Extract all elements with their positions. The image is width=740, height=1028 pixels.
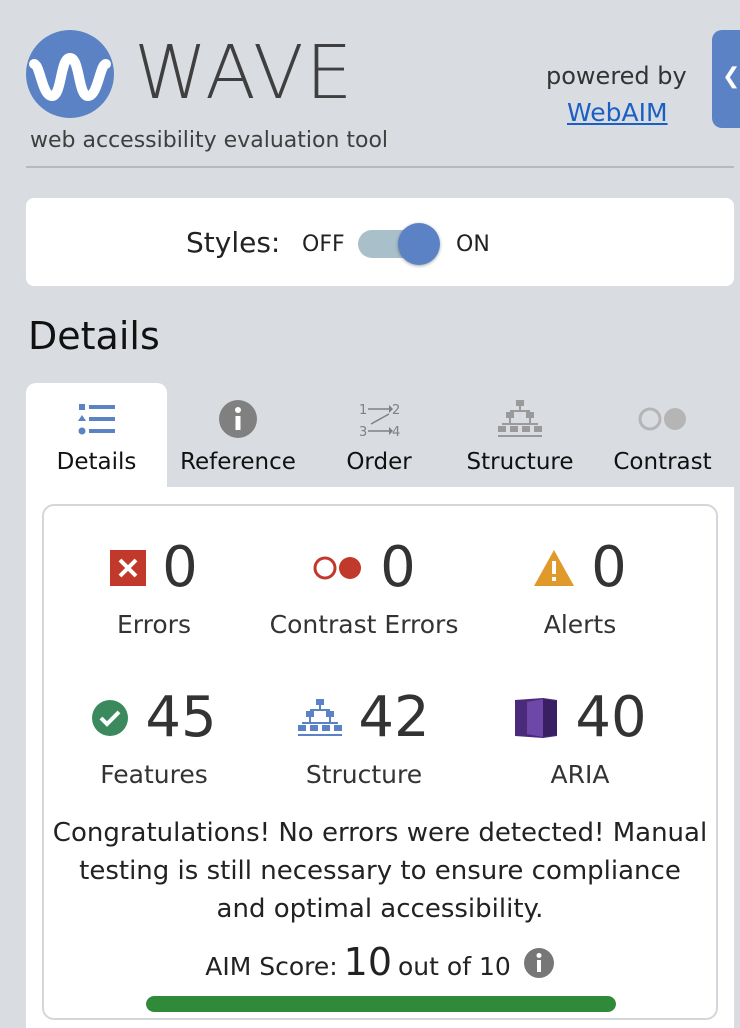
styles-toggle-box: Styles: OFF ON — [26, 198, 734, 286]
results-message: Congratulations! No errors were detected… — [52, 818, 708, 924]
aim-score-bar — [146, 996, 616, 1012]
app-title: WAVE — [134, 30, 355, 116]
stat-structure[interactable]: 42 Structure — [254, 686, 474, 806]
svg-text:2: 2 — [392, 403, 400, 418]
aria-icon — [515, 698, 558, 738]
webaim-link[interactable]: WebAIM — [567, 98, 668, 127]
svg-text:1: 1 — [359, 403, 367, 418]
styles-toggle-knob[interactable] — [398, 223, 440, 265]
stat-contrast-errors[interactable]: 0 Contrast Errors — [254, 536, 474, 656]
info-icon — [167, 399, 309, 439]
details-list-icon — [26, 399, 167, 439]
stat-aria-value: 40 — [575, 685, 647, 750]
header: WAVE web accessibility evaluation tool p… — [0, 0, 740, 170]
stat-features[interactable]: 45 Features — [44, 686, 264, 806]
wave-logo-icon — [26, 30, 114, 118]
error-icon — [110, 550, 147, 586]
app-subtitle: web accessibility evaluation tool — [30, 128, 389, 153]
aim-score-label: AIM Score: — [205, 952, 338, 981]
stat-structure-value: 42 — [358, 685, 430, 750]
chevron-left-icon: ❮ — [722, 64, 740, 89]
aim-score-bar-fill — [146, 996, 616, 1012]
svg-text:4: 4 — [392, 425, 400, 439]
aim-score-out-of: out of 10 — [398, 952, 511, 981]
structure-icon — [449, 399, 591, 439]
stat-features-value: 45 — [145, 685, 217, 750]
aim-score-value: 10 — [343, 940, 393, 984]
powered-by-label: powered by — [546, 62, 687, 90]
stat-errors[interactable]: 0 Errors — [44, 536, 264, 656]
tab-contrast-label: Contrast — [613, 449, 712, 475]
tab-structure-label: Structure — [466, 449, 574, 475]
stat-alerts[interactable]: 0 Alerts — [470, 536, 690, 656]
tab-order[interactable]: 1 2 3 4 Order — [309, 383, 449, 487]
alert-icon — [534, 550, 575, 586]
collapse-panel-button[interactable]: ❮ — [712, 30, 740, 128]
stat-errors-value: 0 — [162, 535, 198, 600]
stat-alerts-value: 0 — [591, 535, 627, 600]
tab-reference-label: Reference — [180, 449, 296, 475]
feature-check-icon — [92, 700, 129, 736]
stat-aria-label: ARIA — [550, 760, 610, 789]
stat-aria[interactable]: 40 ARIA — [470, 686, 690, 806]
stat-contrast-errors-value: 0 — [380, 535, 416, 600]
aim-score: AIM Score: 10 out of 10 — [44, 940, 716, 984]
info-icon[interactable] — [523, 947, 555, 979]
panel-tabs: Details Reference 1 2 3 4 Order Structur… — [26, 383, 734, 487]
styles-label: Styles: — [186, 226, 281, 259]
section-title: Details — [28, 314, 160, 358]
contrast-error-icon — [313, 556, 362, 580]
tab-structure[interactable]: Structure — [449, 383, 591, 487]
tab-order-label: Order — [346, 449, 412, 475]
header-divider — [26, 166, 734, 168]
tab-details-label: Details — [56, 449, 137, 475]
svg-text:3: 3 — [359, 425, 367, 439]
summary-card: 0 Errors 0 Contrast Errors 0 Alerts 45 F… — [42, 504, 718, 1020]
order-icon: 1 2 3 4 — [309, 399, 449, 439]
styles-off-label: OFF — [302, 232, 345, 257]
tab-details[interactable]: Details — [26, 383, 167, 487]
stat-alerts-label: Alerts — [543, 610, 617, 639]
styles-on-label: ON — [456, 232, 490, 257]
tab-contrast[interactable]: Contrast — [591, 383, 734, 487]
structure-icon — [298, 699, 343, 736]
tab-reference[interactable]: Reference — [167, 383, 309, 487]
contrast-icon — [591, 399, 734, 439]
